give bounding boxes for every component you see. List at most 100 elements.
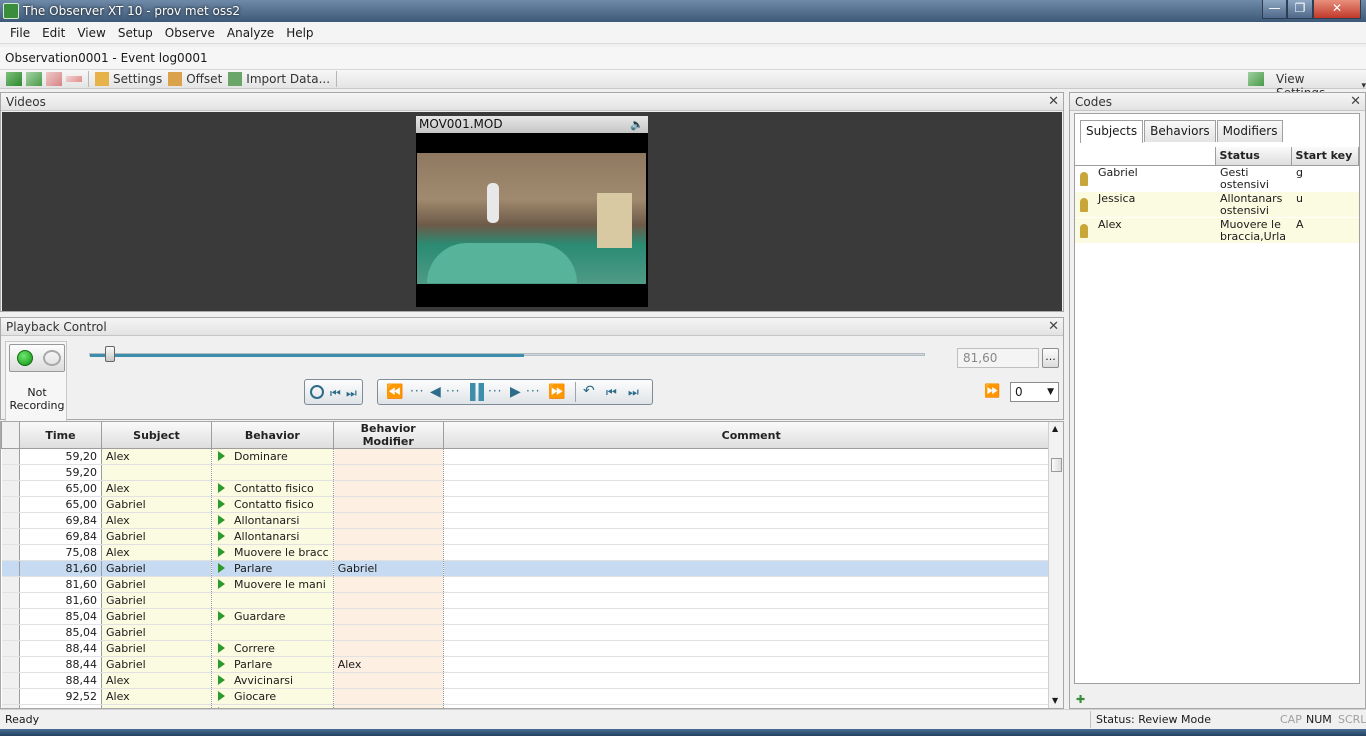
import-data-button[interactable]: Import Data... [228,72,330,86]
scroll-up-icon[interactable]: ▲ [1052,424,1058,433]
time-cell[interactable]: 85,04 [19,608,102,625]
play-reverse-icon[interactable]: ◀ [430,384,441,400]
go-to-start-icon[interactable]: ⏮ [330,386,341,401]
menu-setup[interactable]: Setup [112,26,159,40]
behavior-cell[interactable]: Guardare [211,608,334,625]
time-cell[interactable]: 88,44 [19,672,102,689]
offset-button[interactable]: Offset [168,72,222,86]
table-row[interactable]: 92,52 Alex Giocare [1,688,1060,705]
go-to-end-icon[interactable]: ⏭ [346,386,357,401]
minimize-button[interactable]: — [1262,0,1287,19]
close-icon[interactable]: ✕ [1048,318,1059,336]
modifier-cell[interactable] [333,624,444,641]
behavior-cell[interactable]: Giocare [211,688,334,705]
timeline-slider[interactable] [89,353,925,357]
row-gutter[interactable] [1,464,20,481]
behavior-cell[interactable] [211,592,334,609]
time-cell[interactable]: 81,60 [19,576,102,593]
row-gutter[interactable] [1,688,20,705]
row-gutter[interactable] [1,480,20,497]
behavior-cell[interactable]: Muovere le mani [211,576,334,593]
comment-cell[interactable] [443,512,1060,529]
modifier-cell[interactable] [333,688,444,705]
step-forward-icon[interactable]: ⏭ [628,385,639,400]
time-cell[interactable]: 69,84 [19,528,102,545]
menu-analyze[interactable]: Analyze [221,26,280,40]
grid-scrollbar[interactable]: ▲ ▼ [1048,422,1063,708]
modifier-cell[interactable] [333,512,444,529]
time-browse-button[interactable]: ... [1042,348,1059,368]
subject-cell[interactable] [101,464,212,481]
time-cell[interactable]: 92,52 [19,688,102,705]
tab-behaviors[interactable]: Behaviors [1144,120,1216,142]
comment-cell[interactable] [443,688,1060,705]
subject-cell[interactable]: Alex [101,512,212,529]
behavior-cell[interactable]: Allontanarsi [211,528,334,545]
step-back-icon[interactable]: ⏮ [606,385,617,400]
menu-view[interactable]: View [71,26,111,40]
comment-cell[interactable] [443,592,1060,609]
row-gutter[interactable] [1,448,20,465]
export-icon[interactable] [1248,72,1264,86]
behavior-cell[interactable]: Correre [211,640,334,657]
modifier-cell[interactable] [333,480,444,497]
behavior-cell[interactable]: Contatto fisico [211,480,334,497]
col-subject-header[interactable]: Subject [101,422,212,449]
col-modifier-header[interactable]: Behavior Modifier [332,422,444,449]
behavior-cell[interactable]: Muovere le bracc [211,544,334,561]
comment-cell[interactable] [443,496,1060,513]
table-row[interactable]: 81,60 Gabriel [1,592,1060,609]
subject-cell[interactable]: Gabriel [101,592,212,609]
time-field[interactable]: 81,60 [957,348,1039,368]
undo-icon[interactable]: ↶ [583,383,595,399]
menu-help[interactable]: Help [280,26,319,40]
col-time-header[interactable]: Time [19,422,102,449]
new-observation-icon[interactable] [6,72,22,86]
subject-row[interactable]: Gabriel Gesti ostensivi g [1075,165,1359,192]
row-gutter[interactable] [1,672,20,689]
table-row[interactable]: 75,08 Alex Muovere le bracc [1,544,1060,561]
subject-cell[interactable]: Gabriel [101,656,212,673]
row-gutter[interactable] [1,656,20,673]
row-gutter[interactable] [1,528,20,545]
subject-cell[interactable]: Gabriel [101,496,212,513]
table-row[interactable]: 69,84 Alex Allontanarsi [1,512,1060,529]
status-col-header[interactable]: Status [1214,147,1292,166]
tab-modifiers[interactable]: Modifiers [1216,120,1284,142]
menu-observe[interactable]: Observe [159,26,221,40]
behavior-cell[interactable]: Avvicinarsi [211,672,334,689]
maximize-button[interactable]: ❐ [1287,0,1313,19]
timeline-thumb[interactable] [105,346,115,362]
comment-cell[interactable] [443,656,1060,673]
modifier-cell[interactable] [333,592,444,609]
subject-cell[interactable]: Alex [101,544,212,561]
behavior-cell[interactable]: Allontanarsi [211,512,334,529]
table-row[interactable]: 88,44 Gabriel Parlare Alex [1,656,1060,673]
time-cell[interactable]: 65,00 [19,496,102,513]
menu-edit[interactable]: Edit [36,26,71,40]
loop-icon[interactable] [310,385,324,399]
speed-select[interactable]: 0 ▼ [1010,382,1059,402]
time-cell[interactable]: 88,44 [19,656,102,673]
modifier-cell[interactable] [333,464,444,481]
speaker-icon[interactable]: 🔈 [630,116,644,133]
fast-forward-icon[interactable]: ⏩ [548,384,565,400]
time-cell[interactable]: 88,44 [19,640,102,657]
modifier-cell[interactable] [333,448,444,465]
row-gutter[interactable] [1,608,20,625]
comment-cell[interactable] [443,544,1060,561]
subject-cell[interactable]: Alex [101,480,212,497]
play-icon[interactable]: ▶ [510,384,521,400]
modifier-cell[interactable] [333,640,444,657]
subject-cell[interactable]: Gabriel [101,608,212,625]
row-gutter[interactable] [1,624,20,641]
comment-cell[interactable] [443,448,1060,465]
table-row[interactable]: 65,00 Alex Contatto fisico [1,480,1060,497]
add-code-icon[interactable]: ✚ [1076,693,1085,706]
scroll-thumb[interactable] [1051,458,1062,472]
comment-cell[interactable] [443,576,1060,593]
modifier-cell[interactable] [333,608,444,625]
table-row[interactable]: 88,44 Gabriel Correre [1,640,1060,657]
subject-cell[interactable]: Alex [101,448,212,465]
time-cell[interactable]: 59,20 [19,464,102,481]
